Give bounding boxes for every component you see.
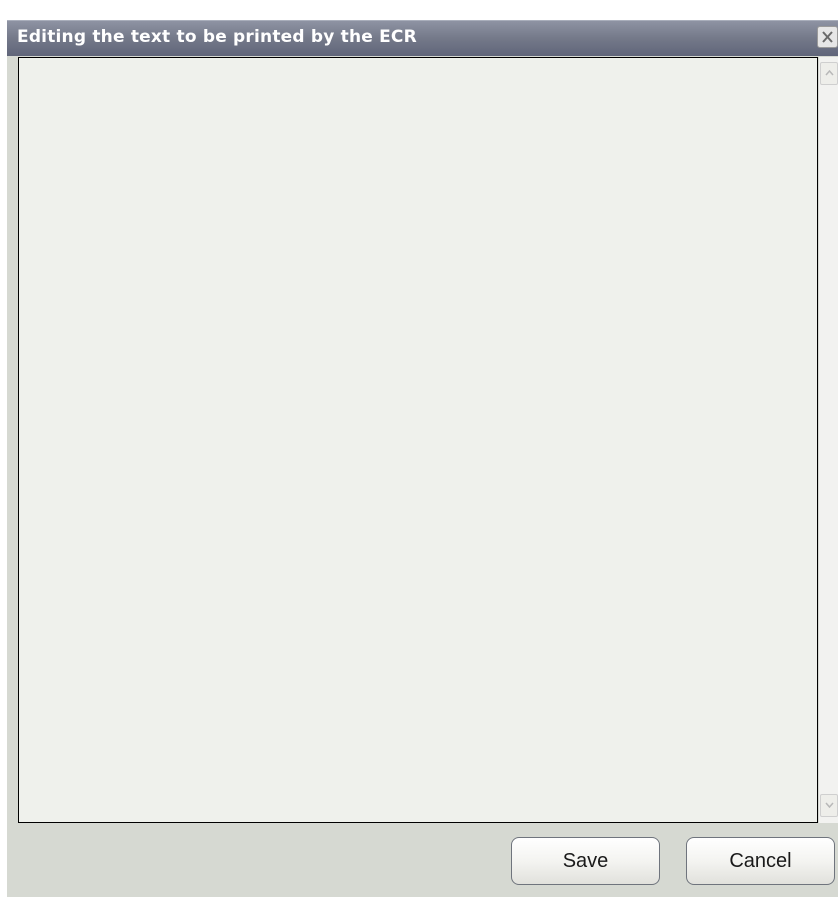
scroll-up-button[interactable] xyxy=(820,62,838,85)
save-button[interactable]: Save xyxy=(511,837,660,885)
chevron-up-icon xyxy=(825,70,834,76)
chevron-down-icon xyxy=(825,802,834,808)
close-icon xyxy=(822,31,833,43)
dialog-window: Editing the text to be printed by the EC… xyxy=(7,20,838,897)
window-title: Editing the text to be printed by the EC… xyxy=(17,27,417,47)
cancel-button[interactable]: Cancel xyxy=(686,837,835,885)
scroll-down-button[interactable] xyxy=(820,794,838,817)
title-bar[interactable]: Editing the text to be printed by the EC… xyxy=(7,20,838,56)
vertical-scrollbar[interactable] xyxy=(819,57,838,823)
text-editor[interactable] xyxy=(19,58,817,822)
close-button[interactable] xyxy=(817,26,838,48)
